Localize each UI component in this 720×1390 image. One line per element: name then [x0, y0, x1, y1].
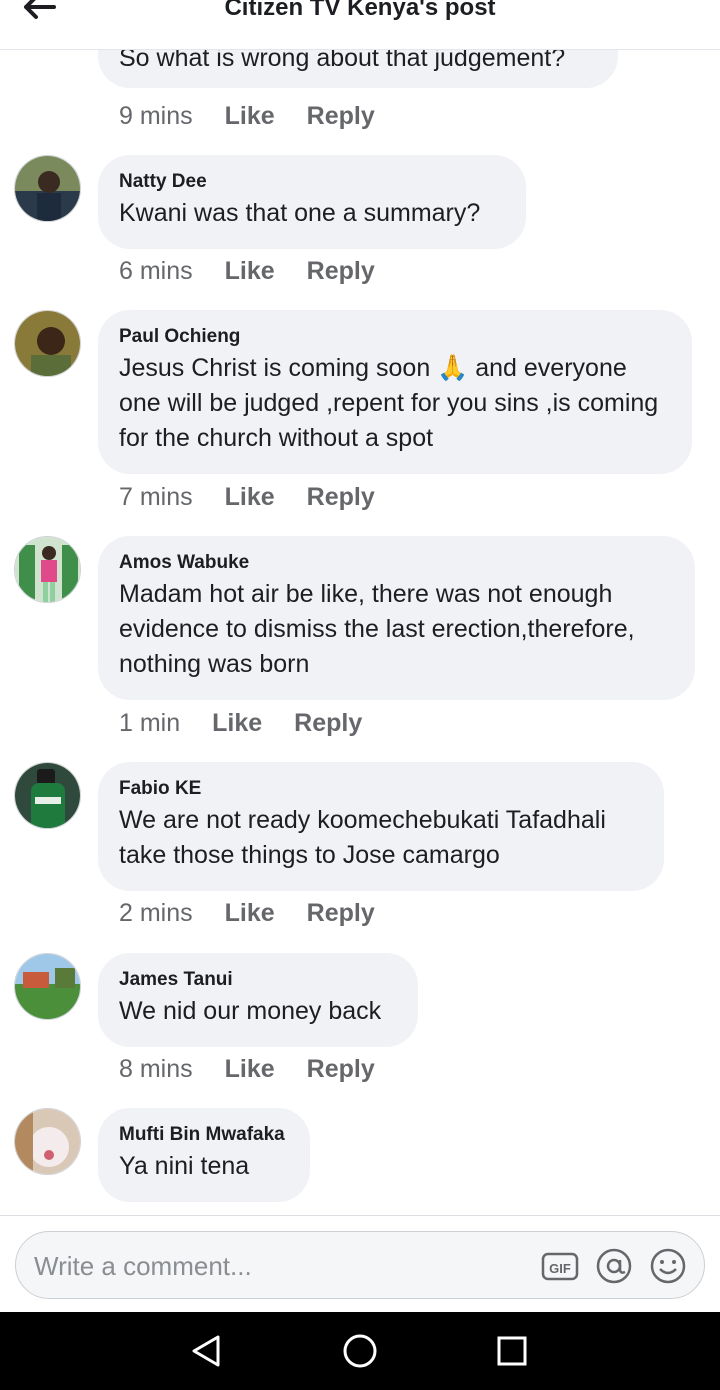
comment-bubble[interactable]: James Tanui We nid our money back — [98, 953, 418, 1047]
comment-text: We are not ready koomechebukati Tafadhal… — [119, 806, 606, 869]
comment-composer-bar: GIF — [0, 1215, 720, 1312]
mention-button[interactable] — [594, 1246, 634, 1286]
comments-list: So what is wrong about that judgement? 9… — [0, 0, 720, 1215]
comment-meta: 7 mins Like Reply — [119, 482, 375, 512]
comment-text: Kwani was that one a summary? — [119, 199, 481, 227]
comment-bubble[interactable]: Natty Dee Kwani was that one a summary? — [98, 155, 526, 249]
comment-author[interactable]: James Tanui — [119, 969, 397, 991]
nav-recents-button[interactable] — [492, 1331, 532, 1371]
reply-button[interactable]: Reply — [294, 709, 362, 738]
comment-time: 6 mins — [119, 256, 193, 285]
reply-button[interactable]: Reply — [307, 257, 375, 286]
at-mention-icon — [596, 1248, 632, 1284]
square-recents-icon — [497, 1336, 527, 1366]
comment-bubble[interactable]: Mufti Bin Mwafaka Ya nini tena — [98, 1108, 310, 1202]
comment-author[interactable]: Mufti Bin Mwafaka — [119, 1124, 289, 1146]
comment-meta: 8 mins Like Reply — [119, 1054, 375, 1084]
comment-meta: 1 min Like Reply — [119, 708, 362, 738]
gif-icon: GIF — [541, 1252, 579, 1281]
nav-back-button[interactable] — [186, 1331, 226, 1371]
comment-composer: GIF — [15, 1231, 705, 1299]
comment-text: Madam hot air be like, there was not eno… — [119, 580, 635, 678]
emoji-smile-icon — [650, 1248, 686, 1284]
top-bar: Citizen TV Kenya's post — [0, 0, 720, 50]
like-button[interactable]: Like — [225, 483, 275, 512]
comment-input[interactable] — [34, 1244, 514, 1288]
reply-button[interactable]: Reply — [307, 899, 375, 928]
reply-button[interactable]: Reply — [307, 102, 375, 131]
avatar[interactable] — [14, 762, 81, 829]
system-nav-bar — [0, 1312, 720, 1390]
comment-bubble[interactable]: Paul Ochieng Jesus Christ is coming soon… — [98, 310, 692, 474]
comment-time: 7 mins — [119, 482, 193, 511]
post-comments-screen: So what is wrong about that judgement? 9… — [0, 0, 720, 1390]
comment-meta: 6 mins Like Reply — [119, 256, 375, 286]
comment-meta: 9 mins Like Reply — [119, 101, 375, 131]
comment-author[interactable]: Natty Dee — [119, 171, 505, 193]
comment-author[interactable]: Fabio KE — [119, 778, 643, 800]
gif-button[interactable]: GIF — [540, 1246, 580, 1286]
comment-author[interactable]: Paul Ochieng — [119, 326, 671, 348]
reply-button[interactable]: Reply — [307, 483, 375, 512]
comment-author[interactable]: Amos Wabuke — [119, 552, 674, 574]
comment-bubble[interactable]: Fabio KE We are not ready koomechebukati… — [98, 762, 664, 891]
comment-time: 2 mins — [119, 898, 193, 927]
comment-time: 9 mins — [119, 101, 193, 130]
like-button[interactable]: Like — [225, 1055, 275, 1084]
like-button[interactable]: Like — [225, 102, 275, 131]
like-button[interactable]: Like — [225, 257, 275, 286]
avatar[interactable] — [14, 536, 81, 603]
like-button[interactable]: Like — [212, 709, 262, 738]
comment-bubble[interactable]: Amos Wabuke Madam hot air be like, there… — [98, 536, 695, 700]
like-button[interactable]: Like — [225, 899, 275, 928]
avatar[interactable] — [14, 953, 81, 1020]
comment-time: 8 mins — [119, 1054, 193, 1083]
svg-text:GIF: GIF — [549, 1261, 571, 1276]
avatar[interactable] — [14, 1108, 81, 1175]
comment-meta: 2 mins Like Reply — [119, 898, 375, 928]
comment-text: Jesus Christ is coming soon 🙏 and everyo… — [119, 354, 659, 452]
avatar[interactable] — [14, 155, 81, 222]
comment-text: We nid our money back — [119, 997, 382, 1025]
page-title: Citizen TV Kenya's post — [224, 0, 496, 21]
reply-button[interactable]: Reply — [307, 1055, 375, 1084]
avatar[interactable] — [14, 310, 81, 377]
emoji-button[interactable] — [648, 1246, 688, 1286]
comment-time: 1 min — [119, 708, 181, 737]
comment-text: Ya nini tena — [119, 1152, 250, 1180]
nav-home-button[interactable] — [340, 1331, 380, 1371]
triangle-back-icon — [192, 1335, 220, 1367]
circle-home-icon — [343, 1334, 377, 1368]
